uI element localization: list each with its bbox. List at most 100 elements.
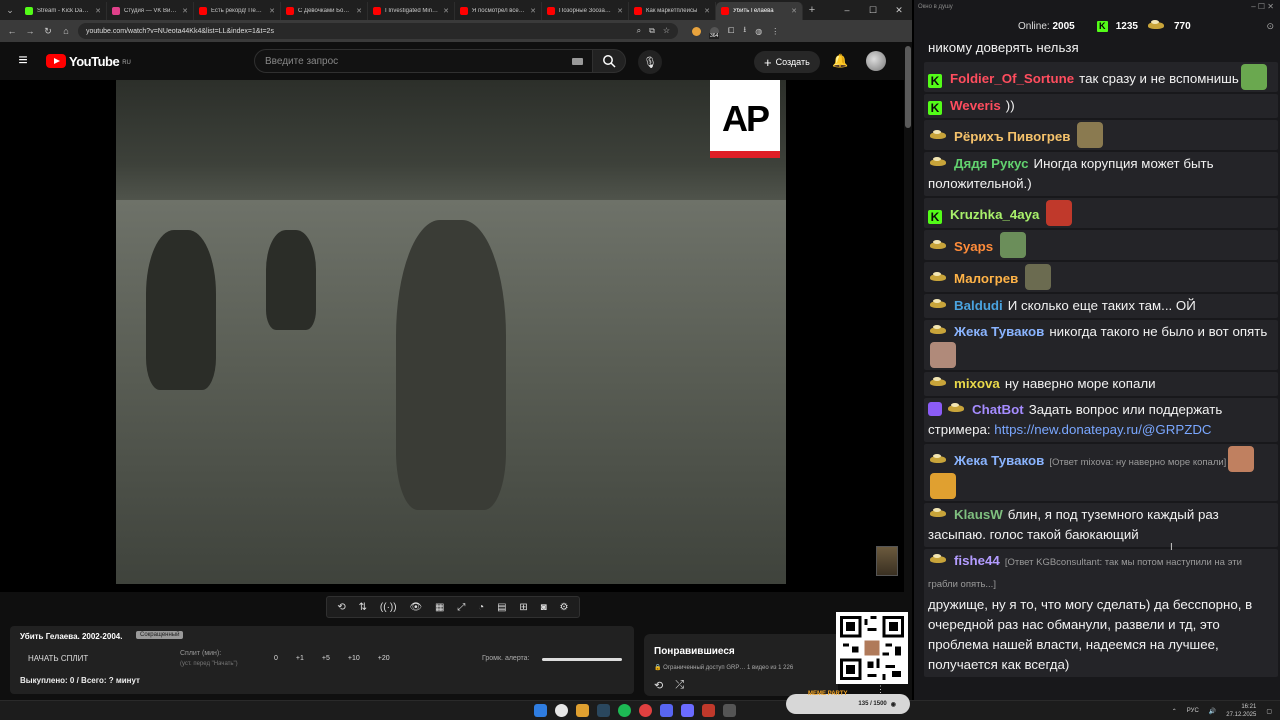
tab-close-icon[interactable]: ✕ [95,7,101,15]
app-icon[interactable] [702,704,715,717]
extensions-puzzle-icon[interactable]: ⧠ [728,26,734,36]
frames-icon[interactable]: ▤ [497,602,506,613]
shuffle-icon[interactable]: ⤮ [675,679,684,692]
extension-icon[interactable] [692,26,701,36]
browser-tab[interactable]: Stream - Kick Dashbo ✕ [20,2,107,20]
screenshot-icon[interactable]: ◙ [541,602,547,613]
forward-icon[interactable]: → [24,26,36,36]
speed-icon[interactable]: ◔ [478,602,484,613]
browser-menu-icon[interactable]: ⋮ [771,27,779,36]
tab-close-icon[interactable]: ✕ [791,7,797,15]
url-field[interactable]: youtube.com/watch?v=NUeota44Kk4&list=LL&… [78,23,678,39]
profile-icon[interactable]: ◍ [755,27,762,36]
start-split-button[interactable]: НАЧАТЬ СПЛИТ [28,654,88,663]
resize-icon[interactable]: ⤢ [457,602,465,613]
mini-thumbnail[interactable] [876,546,898,576]
browser-tab[interactable]: Позорные Зоозащи ✕ [542,2,629,20]
tab-close-icon[interactable]: ✕ [182,7,188,15]
app-icon[interactable] [723,704,736,717]
chat-message[interactable]: никому доверять нельзя [924,38,1278,60]
chat-username[interactable]: Жека Туваков [954,324,1044,339]
maximize-icon[interactable]: ☐ [860,0,886,20]
chat-message[interactable]: Syaps [924,230,1278,260]
page-scrollbar[interactable] [905,46,911,128]
tray-chevron-icon[interactable]: ⌃ [1172,708,1177,715]
browser-tab[interactable]: Есть рекорд! Первый ✕ [194,2,281,20]
language-indicator[interactable]: РУС [1187,708,1199,714]
chat-message[interactable]: Жека Туваков [Ответ mixova: ну наверно мо… [924,444,1278,501]
chat-username[interactable]: fishe44 [954,553,1000,568]
chat-username[interactable]: KlausW [954,507,1003,522]
chat-message[interactable]: Рёрихъ Пивогрев [924,120,1278,150]
chat-username[interactable]: ChatBot [972,402,1024,417]
start-windows-icon[interactable] [534,704,547,717]
discord-icon[interactable] [660,704,673,717]
loop-icon[interactable]: ⟲ [337,602,345,613]
close-icon[interactable]: ✕ [886,0,912,20]
calendar-icon[interactable]: ▦ [435,602,444,613]
spotify-icon[interactable] [618,704,631,717]
chat-username[interactable]: Syaps [954,239,993,254]
increment-button[interactable]: +5 [322,655,330,662]
chat-link[interactable]: https://new.donatepay.ru/@GRPZDC [994,422,1211,437]
tab-close-icon[interactable]: ✕ [704,7,710,15]
notification-icon[interactable]: ▢ [1266,708,1272,715]
broadcast-icon[interactable]: ((·)) [380,602,397,613]
download-icon[interactable]: ⭳ [743,24,746,38]
user-avatar[interactable] [866,51,886,71]
steam-icon[interactable] [597,704,610,717]
chat-message[interactable]: fishe44 [Ответ KGBconsultant: так мы пото… [924,549,1278,677]
tab-close-icon[interactable]: ✕ [617,7,623,15]
folder-icon[interactable] [576,704,589,717]
chat-username[interactable]: Малогрев [954,271,1018,286]
chat-message[interactable]: KlausW блин, я под туземного каждый раз з… [924,503,1278,547]
playlist-title[interactable]: Понравившиеся [654,646,735,657]
chat-username[interactable]: Жека Туваков [954,453,1044,468]
app-icon[interactable] [639,704,652,717]
browser-tab[interactable]: I Investigated Minecraft ✕ [368,2,455,20]
create-button[interactable]: + Создать [754,51,820,73]
chat-message[interactable]: Baldudi И сколько еще таких там... ОЙ [924,294,1278,318]
chat-username[interactable]: Weveris [950,98,1001,113]
eye-screen-icon[interactable]: 👁 [409,602,422,613]
bookmark-star-icon[interactable]: ☆ [663,26,670,36]
chat-username[interactable]: Дядя Рукус [954,156,1029,171]
reload-icon[interactable]: ↻ [42,26,54,37]
home-icon[interactable]: ⌂ [60,26,72,36]
search-button[interactable] [592,49,626,73]
chat-username[interactable]: Foldier_Of_Sortune [950,71,1074,86]
keyboard-icon[interactable] [572,57,583,65]
chat-username[interactable]: Рёрихъ Пивогрев [954,129,1070,144]
media-icon[interactable] [681,704,694,717]
tab-search-icon[interactable]: ⌄ [0,0,20,20]
browser-tab[interactable]: С Девочками Более ✕ [281,2,368,20]
alert-volume-slider[interactable] [542,658,622,661]
chat-window-controls[interactable]: – ☐ ✕ [1251,0,1274,14]
chat-message[interactable]: Малогрев [924,262,1278,292]
new-tab-button[interactable]: + [803,4,821,16]
browser-tab[interactable]: Убить Гелаева ✕ [716,2,803,20]
tab-close-icon[interactable]: ✕ [356,7,362,15]
increment-button[interactable]: +1 [296,655,304,662]
playlist-panel[interactable]: Понравившиеся 🔒 Ограниченный доступ GRP…… [644,634,838,696]
sort-icon[interactable]: ⇅ [359,602,367,613]
chat-message[interactable]: K Foldier_Of_Sortune так сразу и не вспомн… [924,62,1278,92]
video-player[interactable]: AP [0,80,904,592]
chat-username[interactable]: Baldudi [954,298,1003,313]
tab-close-icon[interactable]: ✕ [269,7,275,15]
minimize-icon[interactable]: – [834,0,860,20]
chrome-icon[interactable] [555,704,568,717]
tab-close-icon[interactable]: ✕ [530,7,536,15]
extension-badge-icon[interactable]: 364 [709,26,720,39]
back-icon[interactable]: ← [6,26,18,36]
chat-message[interactable]: ChatBot Задать вопрос или поддержать стри… [924,398,1278,442]
chat-message[interactable]: mixova ну наверно море копали [924,372,1278,396]
hamburger-menu-icon[interactable]: ≡ [0,52,46,70]
browser-tab[interactable]: Как маркетплейсы ✕ [629,2,716,20]
tab-close-icon[interactable]: ✕ [443,7,449,15]
settings-gear-icon[interactable]: ⚙ [560,602,569,613]
clock[interactable]: 16:21 27.12.2025 [1226,703,1256,719]
chat-message[interactable]: Жека Туваков никогда такого не было и вот… [924,320,1278,370]
video-frame[interactable]: AP [116,80,786,584]
youtube-logo[interactable]: YouTube RU [46,54,131,69]
